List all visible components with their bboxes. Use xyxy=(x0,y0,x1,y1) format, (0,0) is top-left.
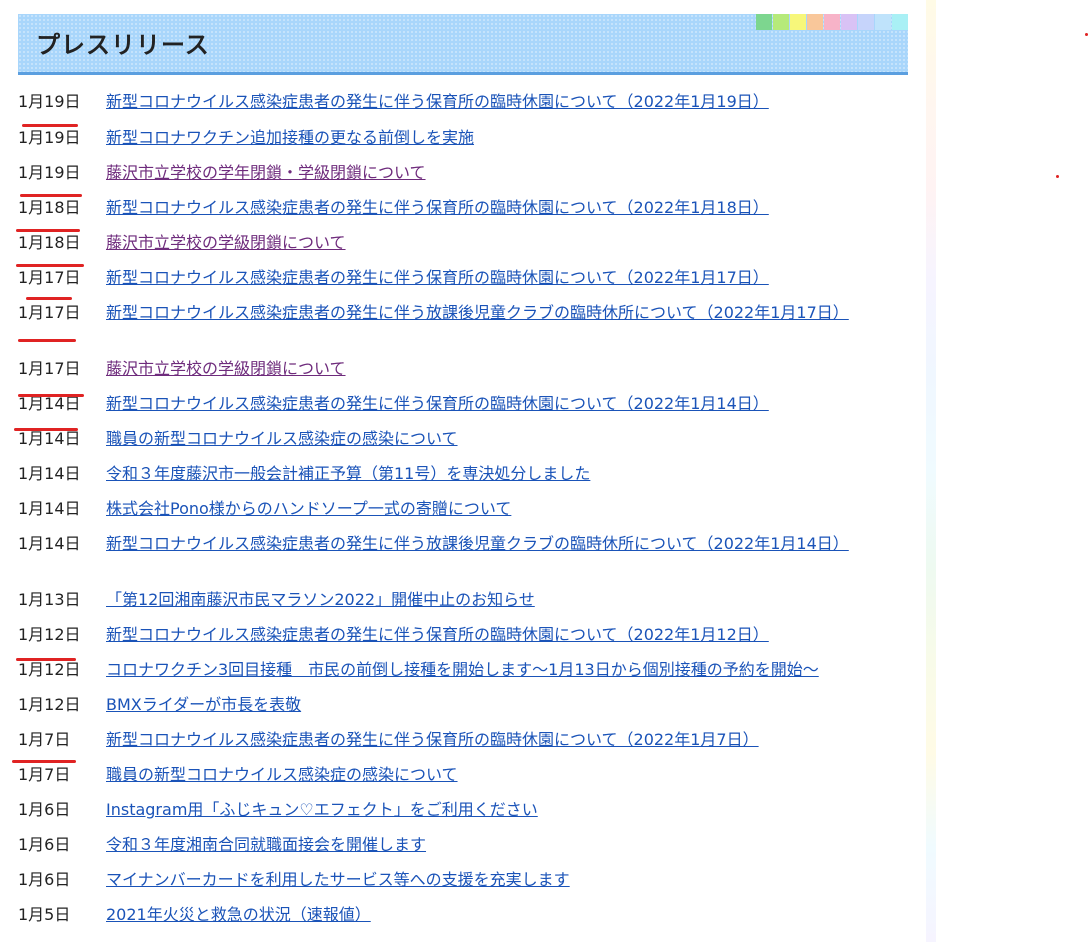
release-date: 1月6日 xyxy=(18,835,71,854)
red-underline-mark xyxy=(18,339,76,342)
release-link[interactable]: 新型コロナウイルス感染症患者の発生に伴う保育所の臨時休園について（2022年1月… xyxy=(106,394,896,414)
release-date: 1月6日 xyxy=(18,870,71,889)
section-header: プレスリリース xyxy=(18,14,908,75)
red-underline-mark xyxy=(12,760,76,763)
red-underline-mark xyxy=(14,428,78,431)
color-swatch xyxy=(892,14,908,30)
color-swatch xyxy=(841,14,857,30)
release-date: 1月17日 xyxy=(18,303,81,322)
red-underline-mark xyxy=(26,297,72,300)
release-date: 1月17日 xyxy=(18,359,81,378)
release-date: 1月12日 xyxy=(18,695,81,714)
release-link[interactable]: 令和３年度藤沢市一般会計補正予算（第11号）を専決処分しました xyxy=(106,464,896,484)
release-date: 1月13日 xyxy=(18,590,81,609)
release-date: 1月18日 xyxy=(18,233,81,252)
release-link[interactable]: マイナンバーカードを利用したサービス等への支援を充実します xyxy=(106,870,896,890)
color-swatch xyxy=(807,14,823,30)
release-date: 1月19日 xyxy=(18,163,81,182)
release-link[interactable]: 藤沢市立学校の学級閉鎖について xyxy=(106,233,896,253)
release-date: 1月7日 xyxy=(18,765,71,784)
release-link[interactable]: 新型コロナウイルス感染症患者の発生に伴う放課後児童クラブの臨時休所について（20… xyxy=(106,303,896,323)
release-link[interactable]: 新型コロナウイルス感染症患者の発生に伴う保育所の臨時休園について（2022年1月… xyxy=(106,198,896,218)
release-date: 1月14日 xyxy=(18,534,81,553)
release-date: 1月7日 xyxy=(18,730,71,749)
release-date: 1月18日 xyxy=(18,198,81,217)
release-link[interactable]: 新型コロナウイルス感染症患者の発生に伴う放課後児童クラブの臨時休所について（20… xyxy=(106,534,896,554)
release-link[interactable]: 新型コロナウイルス感染症患者の発生に伴う保育所の臨時休園について（2022年1月… xyxy=(106,625,896,645)
release-link[interactable]: BMXライダーが市長を表敬 xyxy=(106,695,896,715)
release-link[interactable]: Instagram用「ふじキュン♡エフェクト」をご利用ください xyxy=(106,800,896,820)
release-link[interactable]: 新型コロナウイルス感染症患者の発生に伴う保育所の臨時休園について（2022年1月… xyxy=(106,730,896,750)
color-swatch-strip xyxy=(755,14,908,30)
release-link[interactable]: コロナワクチン3回目接種 市民の前倒し接種を開始します～1月13日から個別接種の… xyxy=(106,660,896,680)
release-date: 1月5日 xyxy=(18,905,71,924)
release-link[interactable]: 新型コロナワクチン追加接種の更なる前倒しを実施 xyxy=(106,128,896,148)
release-link[interactable]: 株式会社Pono様からのハンドソープ一式の寄贈について xyxy=(106,499,896,519)
color-swatch xyxy=(858,14,874,30)
release-date: 1月12日 xyxy=(18,625,81,644)
red-underline-mark xyxy=(16,229,80,232)
red-dot-mark xyxy=(1085,33,1088,36)
release-date: 1月14日 xyxy=(18,429,81,448)
release-link[interactable]: 藤沢市立学校の学年閉鎖・学級閉鎖について xyxy=(106,163,896,183)
release-date: 1月14日 xyxy=(18,464,81,483)
release-date: 1月12日 xyxy=(18,660,81,679)
red-underline-mark xyxy=(20,194,82,197)
release-date: 1月17日 xyxy=(18,268,81,287)
release-link[interactable]: 令和３年度湘南合同就職面接会を開催します xyxy=(106,835,896,855)
page-title: プレスリリース xyxy=(36,31,210,59)
release-link[interactable]: 「第12回湘南藤沢市民マラソン2022」開催中止のお知らせ xyxy=(106,590,896,610)
release-date: 1月14日 xyxy=(18,499,81,518)
release-link[interactable]: 職員の新型コロナウイルス感染症の感染について xyxy=(106,429,896,449)
red-dot-mark xyxy=(1056,175,1059,178)
release-link[interactable]: 藤沢市立学校の学級閉鎖について xyxy=(106,359,896,379)
release-link[interactable]: 新型コロナウイルス感染症患者の発生に伴う保育所の臨時休園について（2022年1月… xyxy=(106,268,896,288)
red-underline-mark xyxy=(16,658,76,661)
release-date: 1月14日 xyxy=(18,394,81,413)
red-underline-mark xyxy=(16,264,84,267)
release-date: 1月6日 xyxy=(18,800,71,819)
color-swatch xyxy=(773,14,789,30)
side-decoration-stripe xyxy=(926,0,936,942)
release-date: 1月19日 xyxy=(18,128,81,147)
release-date: 1月19日 xyxy=(18,92,81,111)
page: プレスリリース 1月19日新型コロナウイルス感染症患者の発生に伴う保育所の臨時休… xyxy=(0,0,1089,942)
color-swatch xyxy=(790,14,806,30)
color-swatch xyxy=(756,14,772,30)
color-swatch xyxy=(824,14,840,30)
release-link[interactable]: 職員の新型コロナウイルス感染症の感染について xyxy=(106,765,896,785)
release-link[interactable]: 新型コロナウイルス感染症患者の発生に伴う保育所の臨時休園について（2022年1月… xyxy=(106,92,896,112)
red-underline-mark xyxy=(18,394,84,397)
release-link[interactable]: 2021年火災と救急の状況（速報値） xyxy=(106,905,896,925)
color-swatch xyxy=(875,14,891,30)
red-underline-mark xyxy=(22,124,78,127)
